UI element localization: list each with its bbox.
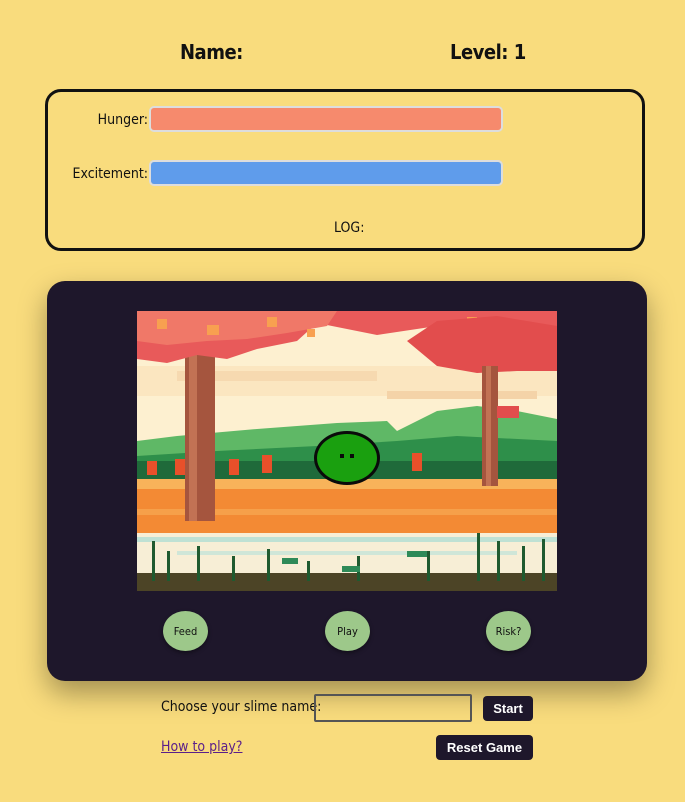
how-to-play-link[interactable]: How to play? (161, 739, 242, 755)
level-label: Level: 1 (450, 40, 526, 64)
game-panel: Feed Play Risk? (47, 281, 647, 681)
game-scene (137, 311, 557, 591)
start-button[interactable]: Start (483, 696, 533, 721)
slime-name-prompt: Choose your slime name: (161, 699, 322, 715)
reset-game-button[interactable]: Reset Game (436, 735, 533, 760)
excitement-bar-fill (151, 162, 501, 184)
risk-button[interactable]: Risk? (486, 611, 531, 651)
play-button[interactable]: Play (325, 611, 370, 651)
excitement-label: Excitement: (72, 166, 148, 182)
slime-name-input[interactable] (314, 694, 472, 722)
excitement-bar (149, 160, 503, 186)
hunger-bar-fill (151, 108, 501, 130)
stats-panel: Hunger: Excitement: LOG: (45, 89, 645, 251)
hunger-label: Hunger: (97, 112, 148, 128)
name-label: Name: (180, 40, 243, 64)
hunger-bar (149, 106, 503, 132)
autumn-background-image (137, 311, 557, 591)
slime-character (314, 431, 380, 485)
feed-button[interactable]: Feed (163, 611, 208, 651)
log-label: LOG: (334, 220, 365, 236)
